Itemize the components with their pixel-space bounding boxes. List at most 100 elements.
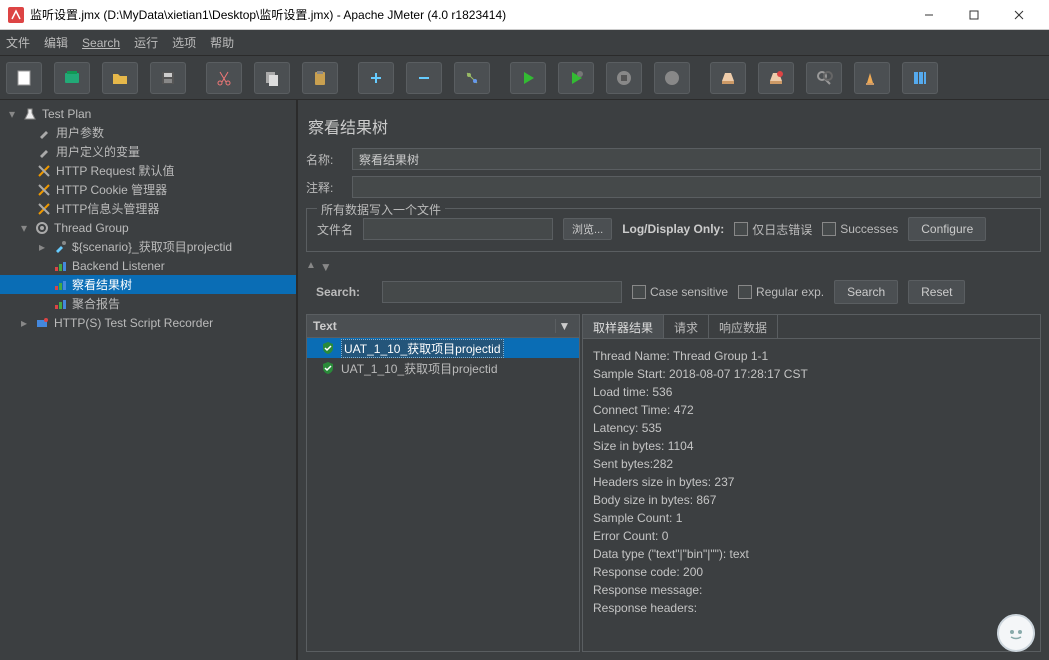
tree-aggregate[interactable]: 聚合报告: [0, 294, 296, 313]
function-helper-button[interactable]: [902, 62, 938, 94]
close-button[interactable]: [996, 1, 1041, 29]
tree-threadgroup[interactable]: ▾Thread Group: [0, 218, 296, 237]
detail-line: Latency: 535: [593, 419, 1030, 437]
tree-backend[interactable]: Backend Listener: [0, 256, 296, 275]
search-tree-button[interactable]: [806, 62, 842, 94]
search-button[interactable]: Search: [834, 280, 898, 304]
gear-icon: [34, 220, 50, 236]
filename-input[interactable]: [363, 218, 553, 240]
tree-cookiemgr[interactable]: HTTP Cookie 管理器: [0, 180, 296, 199]
split-handle[interactable]: ▲▼: [306, 258, 1041, 280]
tree-headermgr[interactable]: HTTP信息头管理器: [0, 199, 296, 218]
menubar: 文件 编辑 Search 运行 选项 帮助: [0, 30, 1049, 56]
result-item[interactable]: UAT_1_10_获取项目projectid: [307, 358, 579, 378]
toolbar: [0, 56, 1049, 100]
beaker-icon: [22, 106, 38, 122]
recorder-icon: [34, 315, 50, 331]
detail-line: Thread Name: Thread Group 1-1: [593, 347, 1030, 365]
test-plan-tree[interactable]: ▾Test Plan 用户参数 用户定义的变量 HTTP Request 默认值…: [0, 100, 298, 660]
tree-httpdefault[interactable]: HTTP Request 默认值: [0, 161, 296, 180]
reset-search-button[interactable]: [854, 62, 890, 94]
browse-button[interactable]: 浏览...: [563, 218, 612, 240]
menu-file[interactable]: 文件: [6, 34, 30, 51]
detail-line: Sample Count: 1: [593, 509, 1030, 527]
tree-recorder[interactable]: ▸HTTP(S) Test Script Recorder: [0, 313, 296, 332]
logdisplay-label: Log/Display Only:: [622, 222, 724, 236]
window-title: 监听设置.jmx (D:\MyData\xietian1\Desktop\监听设…: [30, 6, 906, 23]
write-file-legend: 所有数据写入一个文件: [317, 201, 445, 218]
paste-button[interactable]: [302, 62, 338, 94]
save-button[interactable]: [150, 62, 186, 94]
case-sensitive-checkbox[interactable]: Case sensitive: [632, 285, 728, 299]
result-item[interactable]: UAT_1_10_获取项目projectid: [307, 338, 579, 358]
detail-line: Size in bytes: 1104: [593, 437, 1030, 455]
templates-button[interactable]: [54, 62, 90, 94]
start-button[interactable]: [510, 62, 546, 94]
detail-line: Sent bytes:282: [593, 455, 1030, 473]
dropper-icon: [52, 239, 68, 255]
detail-line: Data type ("text"|"bin"|""): text: [593, 545, 1030, 563]
detail-line: Connect Time: 472: [593, 401, 1030, 419]
minimize-button[interactable]: [906, 1, 951, 29]
configure-button[interactable]: Configure: [908, 217, 986, 241]
detail-line: Response code: 200: [593, 563, 1030, 581]
wrench-icon: [36, 144, 52, 160]
menu-search[interactable]: Search: [82, 36, 120, 50]
content-panel: 察看结果树 名称: 注释: 所有数据写入一个文件 文件名 浏览... Log/D…: [298, 100, 1049, 660]
expand-button[interactable]: [358, 62, 394, 94]
detail-line: Response message:: [593, 581, 1030, 599]
comment-input[interactable]: [352, 176, 1041, 198]
chart-icon: [52, 296, 68, 312]
tree-testplan[interactable]: ▾Test Plan: [0, 104, 296, 123]
reset-button[interactable]: Reset: [908, 280, 965, 304]
search-input[interactable]: [382, 281, 622, 303]
result-list[interactable]: UAT_1_10_获取项目projectid UAT_1_10_获取项目proj…: [306, 338, 580, 652]
detail-line: Headers size in bytes: 237: [593, 473, 1030, 491]
tree-scenario[interactable]: ▸${scenario}_获取项目projectid: [0, 237, 296, 256]
shutdown-button[interactable]: [654, 62, 690, 94]
tree-userparams[interactable]: 用户参数: [0, 123, 296, 142]
menu-help[interactable]: 帮助: [210, 34, 234, 51]
errors-only-checkbox[interactable]: 仅日志错误: [734, 221, 812, 238]
chart-icon: [52, 277, 68, 293]
dropdown-icon[interactable]: ▼: [555, 319, 573, 333]
tree-uservars[interactable]: 用户定义的变量: [0, 142, 296, 161]
regex-checkbox[interactable]: Regular exp.: [738, 285, 824, 299]
result-type-header[interactable]: Text ▼: [306, 314, 580, 338]
detail-line: Error Count: 0: [593, 527, 1030, 545]
wrench-cross-icon: [36, 163, 52, 179]
toggle-button[interactable]: [454, 62, 490, 94]
menu-run[interactable]: 运行: [134, 34, 158, 51]
success-icon: [321, 341, 335, 355]
page-title: 察看结果树: [306, 108, 1041, 148]
name-input[interactable]: [352, 148, 1041, 170]
new-button[interactable]: [6, 62, 42, 94]
clearall-button[interactable]: [758, 62, 794, 94]
maximize-button[interactable]: [951, 1, 996, 29]
collapse-button[interactable]: [406, 62, 442, 94]
chart-icon: [52, 258, 68, 274]
successes-checkbox[interactable]: Successes: [822, 222, 898, 236]
assistant-bubble-icon[interactable]: [997, 614, 1035, 652]
sampler-result-detail[interactable]: Thread Name: Thread Group 1-1 Sample Sta…: [583, 339, 1040, 651]
menu-edit[interactable]: 编辑: [44, 34, 68, 51]
detail-line: Response headers:: [593, 599, 1030, 617]
start-notimers-button[interactable]: [558, 62, 594, 94]
detail-line: Sample Start: 2018-08-07 17:28:17 CST: [593, 365, 1030, 383]
clear-button[interactable]: [710, 62, 746, 94]
tab-sampler-result[interactable]: 取样器结果: [583, 315, 664, 338]
wrench-cross-icon: [36, 201, 52, 217]
app-icon: [8, 7, 24, 23]
name-label: 名称:: [306, 151, 352, 168]
filename-label: 文件名: [317, 221, 353, 238]
success-icon: [321, 361, 335, 375]
cut-button[interactable]: [206, 62, 242, 94]
stop-button[interactable]: [606, 62, 642, 94]
tab-request[interactable]: 请求: [664, 315, 709, 338]
menu-options[interactable]: 选项: [172, 34, 196, 51]
tree-viewtree[interactable]: 察看结果树: [0, 275, 296, 294]
tab-response[interactable]: 响应数据: [709, 315, 778, 338]
copy-button[interactable]: [254, 62, 290, 94]
detail-tabs: 取样器结果 请求 响应数据: [583, 315, 1040, 339]
open-button[interactable]: [102, 62, 138, 94]
